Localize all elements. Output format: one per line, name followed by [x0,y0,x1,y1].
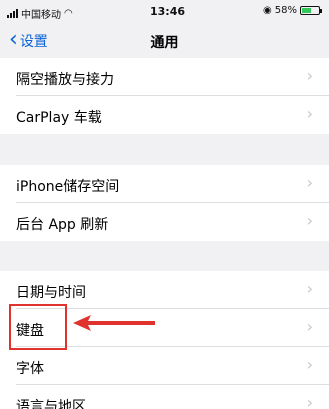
rotation-lock-icon: ◉ [263,5,272,16]
status-left: 中国移动 ◠ [7,6,73,21]
row-label: CarPlay 车载 [16,110,102,126]
carrier-label: 中国移动 [21,10,61,21]
row-label: 字体 [16,361,44,377]
settings-row-background-app-refresh[interactable]: 后台 App 刷新 › [0,203,329,241]
row-label: iPhone储存空间 [16,179,120,195]
settings-group-1: 隔空播放与接力 › CarPlay 车载 › [0,58,329,134]
row-label: 语言与地区 [16,399,86,409]
chevron-right-icon: › [306,104,313,123]
settings-row-language-region[interactable]: 语言与地区 › [0,385,329,409]
battery-percent: 58% [274,5,297,16]
row-label: 日期与时间 [16,285,86,301]
battery-icon [300,6,322,15]
row-label: 后台 App 刷新 [16,217,109,233]
chevron-right-icon: › [306,317,313,336]
pointer-arrow-icon [73,315,155,331]
wifi-icon: ◠ [64,7,73,19]
chevron-right-icon: › [306,355,313,374]
highlight-box [9,304,67,350]
chevron-right-icon: › [306,393,313,409]
settings-screen: 中国移动 ◠ 13:46 ◉ 58% ‹ 设置 通用 隔空播放与接力 › Car… [0,0,329,409]
signal-icon [7,9,18,18]
chevron-right-icon: › [306,173,313,192]
status-bar: 中国移动 ◠ 13:46 ◉ 58% [0,0,329,24]
settings-row-iphone-storage[interactable]: iPhone储存空间 › [0,165,329,203]
status-right: ◉ 58% [263,5,322,16]
chevron-right-icon: › [306,66,313,85]
settings-row-fonts[interactable]: 字体 › [0,347,329,385]
settings-row-airplay-handoff[interactable]: 隔空播放与接力 › [0,58,329,96]
row-label: 隔空播放与接力 [16,72,114,88]
settings-group-2: iPhone储存空间 › 后台 App 刷新 › [0,165,329,241]
status-time: 13:46 [150,5,186,18]
navigation-bar: ‹ 设置 通用 [0,24,329,58]
chevron-right-icon: › [306,279,313,298]
battery-fill [302,8,311,13]
page-title: 通用 [150,35,179,51]
chevron-right-icon: › [306,211,313,230]
settings-row-carplay[interactable]: CarPlay 车载 › [0,96,329,134]
